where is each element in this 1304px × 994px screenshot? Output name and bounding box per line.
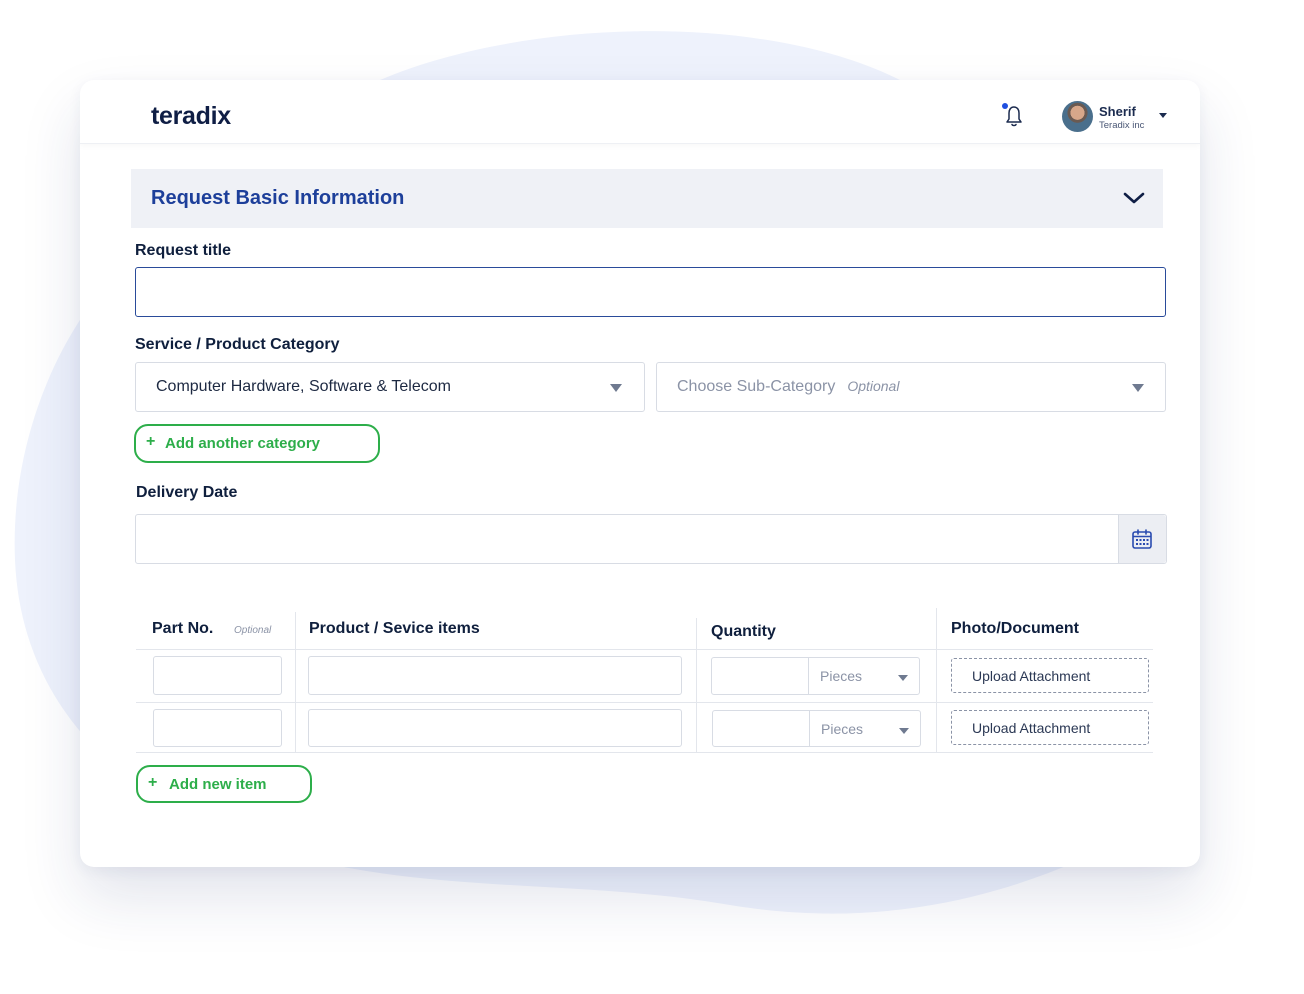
part-no-optional-hint: Optional — [234, 625, 272, 636]
product-item-input[interactable] — [308, 709, 682, 747]
sub-category-placeholder: Choose Sub-Category Optional — [677, 378, 899, 396]
quantity-header: Quantity — [711, 623, 776, 640]
chevron-down-icon[interactable] — [1123, 189, 1145, 207]
optional-hint: Optional — [847, 378, 900, 394]
product-item-input[interactable] — [308, 656, 682, 695]
plus-icon: + — [146, 433, 156, 450]
section-title: Request Basic Information — [151, 187, 405, 209]
category-select[interactable]: Computer Hardware, Software & Telecom — [135, 362, 645, 412]
part-no-header: Part No. — [152, 620, 214, 637]
bell-icon[interactable] — [1004, 104, 1024, 128]
caret-down-icon[interactable] — [1159, 113, 1167, 118]
quantity-input[interactable]: Pieces — [711, 657, 920, 695]
caret-down-icon — [610, 384, 622, 392]
part-no-input[interactable] — [153, 656, 282, 695]
user-avatar[interactable] — [1062, 101, 1093, 132]
product-header: Product / Sevice items — [309, 620, 480, 637]
column-divider — [696, 618, 697, 752]
category-label: Service / Product Category — [135, 336, 340, 353]
caret-down-icon — [898, 675, 908, 681]
caret-down-icon — [1132, 384, 1144, 392]
sub-category-placeholder-text: Choose Sub-Category — [677, 378, 836, 395]
main-card: teradix Sherif Teradix inc Request Basic… — [80, 80, 1200, 867]
upload-attachment-button[interactable]: Upload Attachment — [951, 658, 1149, 693]
caret-down-icon — [899, 728, 909, 734]
teradix-logo[interactable]: teradix — [151, 102, 231, 131]
request-title-label: Request title — [135, 242, 232, 259]
calendar-button[interactable] — [1118, 515, 1166, 563]
add-category-label: Add another category — [165, 435, 321, 452]
section-header[interactable]: Request Basic Information — [131, 169, 1163, 228]
column-divider — [936, 608, 937, 752]
user-name[interactable]: Sherif — [1099, 104, 1136, 119]
request-title-input[interactable] — [135, 267, 1166, 317]
plus-icon: + — [148, 774, 158, 791]
part-no-input[interactable] — [153, 709, 282, 747]
row-divider — [136, 649, 1153, 650]
upload-attachment-button[interactable]: Upload Attachment — [951, 710, 1149, 745]
category-selected-value: Computer Hardware, Software & Telecom — [156, 378, 451, 395]
calendar-icon — [1132, 529, 1152, 549]
unit-divider — [808, 658, 809, 694]
delivery-date-input[interactable] — [135, 514, 1167, 564]
delivery-date-label: Delivery Date — [136, 484, 238, 501]
row-divider — [136, 702, 1153, 703]
photo-document-header: Photo/Document — [951, 620, 1079, 637]
page: teradix Sherif Teradix inc Request Basic… — [0, 0, 1304, 994]
quantity-input[interactable]: Pieces — [712, 710, 921, 747]
add-new-item-button[interactable]: + Add new item — [136, 765, 312, 803]
row-divider — [136, 752, 1153, 753]
add-another-category-button[interactable]: + Add another category — [134, 424, 380, 463]
user-organization: Teradix inc — [1099, 120, 1145, 131]
sub-category-select[interactable]: Choose Sub-Category Optional — [656, 362, 1166, 412]
column-divider — [295, 612, 296, 752]
unit-divider — [809, 711, 810, 746]
add-item-label: Add new item — [169, 776, 267, 793]
unit-select[interactable]: Pieces — [820, 668, 862, 684]
top-navigation-bar: teradix Sherif Teradix inc — [80, 80, 1200, 144]
unit-select[interactable]: Pieces — [821, 721, 863, 737]
